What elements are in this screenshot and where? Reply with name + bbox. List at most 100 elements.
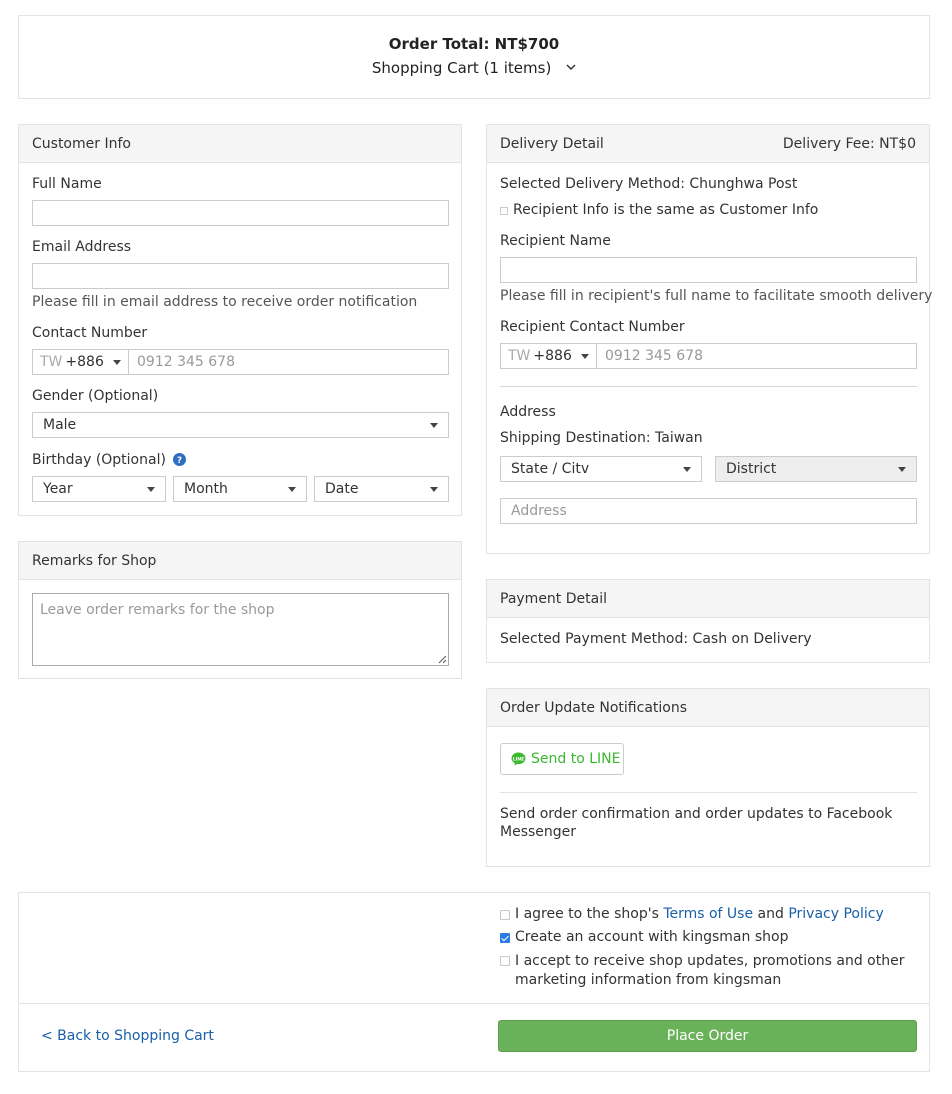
recipient-contact-placeholder: 0912 345 678	[605, 348, 703, 364]
cart-toggle[interactable]: Shopping Cart (1 items)	[19, 59, 929, 77]
state-city-select[interactable]: State / Citv	[500, 456, 702, 482]
back-to-cart-link[interactable]: < Back to Shopping Cart	[41, 1028, 214, 1044]
messenger-text: Send order confirmation and order update…	[500, 806, 893, 840]
caret-down-icon	[581, 353, 589, 359]
agreements-panel: I agree to the shop's Terms of Use and P…	[18, 892, 930, 1072]
birthday-date-select[interactable]: Date	[314, 476, 449, 502]
address-placeholder: Address	[511, 503, 567, 519]
recipient-contact-label: Recipient Contact Number	[500, 319, 685, 335]
remarks-placeholder: Leave order remarks for the shop	[40, 602, 275, 618]
contact-number-label: Contact Number	[32, 325, 148, 341]
full-name-input[interactable]	[32, 200, 449, 226]
country-code-select[interactable]: TW +886	[33, 350, 129, 374]
terms-of-use-link[interactable]: Terms of Use	[663, 906, 753, 922]
payment-title: Payment Detail	[500, 590, 607, 607]
caret-down-icon	[430, 486, 438, 492]
remarks-header: Remarks for Shop	[19, 542, 461, 580]
remarks-title: Remarks for Shop	[32, 552, 157, 569]
payment-header: Payment Detail	[487, 580, 929, 618]
marketing-label: I accept to receive shop updates, promot…	[515, 953, 905, 988]
address-label: Address	[500, 404, 556, 420]
country-label: TW	[508, 348, 531, 364]
email-help-text: Please fill in email address to receive …	[32, 294, 418, 310]
year-value: Year	[43, 481, 73, 497]
privacy-policy-link[interactable]: Privacy Policy	[788, 906, 883, 922]
country-code: +886	[65, 354, 104, 370]
shipping-destination: Shipping Destination: Taiwan	[500, 430, 703, 446]
birthday-month-select[interactable]: Month	[173, 476, 307, 502]
month-value: Month	[184, 481, 228, 497]
recipient-contact-field: TW +886 0912 345 678	[500, 343, 917, 369]
place-order-label: Place Order	[666, 1028, 749, 1044]
marketing-checkbox[interactable]	[500, 956, 510, 966]
recipient-country-code-select[interactable]: TW +886	[501, 344, 597, 368]
caret-down-icon	[147, 486, 155, 492]
payment-panel: Payment Detail Selected Payment Method: …	[486, 579, 930, 663]
terms-checkbox[interactable]	[500, 910, 510, 920]
remarks-panel: Remarks for Shop Leave order remarks for…	[18, 541, 462, 679]
email-input[interactable]	[32, 263, 449, 289]
create-account-label: Create an account with kingsman shop	[515, 929, 789, 945]
terms-text: I agree to the shop's Terms of Use and P…	[515, 906, 884, 922]
caret-down-icon	[113, 359, 121, 365]
delivery-panel: Delivery Detail Delivery Fee: NT$0 Selec…	[486, 124, 933, 554]
customer-info-header: Customer Info	[19, 125, 461, 163]
create-account-checkbox[interactable]	[500, 933, 510, 943]
contact-number-input[interactable]: 0912 345 678	[129, 350, 448, 374]
recipient-name-input[interactable]	[500, 257, 917, 283]
order-total: Order Total: NT$700	[388, 35, 560, 53]
date-value: Date	[325, 481, 359, 497]
payment-method: Selected Payment Method: Cash on Deliver…	[500, 631, 812, 647]
caret-down-icon	[683, 466, 691, 472]
recipient-name-label: Recipient Name	[500, 233, 611, 249]
state-city-value: State / Citv	[511, 461, 590, 477]
send-to-line-button[interactable]: LINE Send to LINE	[500, 743, 624, 775]
chevron-down-icon	[566, 64, 576, 71]
gender-select[interactable]: Male	[32, 412, 449, 438]
recipient-help-text: Please fill in recipient's full name to …	[500, 288, 933, 304]
delivery-header: Delivery Detail Delivery Fee: NT$0	[487, 125, 929, 163]
contact-number-placeholder: 0912 345 678	[137, 354, 235, 370]
same-as-customer-checkbox[interactable]	[500, 207, 508, 215]
customer-info-title: Customer Info	[32, 135, 131, 152]
caret-down-icon	[430, 422, 438, 428]
delivery-method: Selected Delivery Method: Chunghwa Post	[500, 176, 798, 192]
full-name-label: Full Name	[32, 176, 102, 192]
line-icon: LINE	[511, 752, 526, 766]
svg-text:?: ?	[177, 456, 182, 466]
terms-and: and	[753, 906, 789, 922]
gender-label: Gender (Optional)	[32, 388, 159, 404]
order-summary-panel: Order Total: NT$700 Shopping Cart (1 ite…	[18, 15, 930, 99]
notifications-header: Order Update Notifications	[487, 689, 929, 727]
footer-divider	[19, 1003, 929, 1004]
customer-info-panel: Customer Info Full Name Email Address Pl…	[18, 124, 462, 516]
address-input[interactable]: Address	[500, 498, 917, 524]
birthday-label-text: Birthday (Optional)	[32, 452, 166, 468]
delivery-title: Delivery Detail	[500, 135, 604, 152]
send-to-line-label: Send to LINE	[531, 751, 621, 767]
notifications-title: Order Update Notifications	[500, 699, 688, 716]
remarks-textarea[interactable]: Leave order remarks for the shop	[32, 593, 449, 666]
svg-text:LINE: LINE	[513, 756, 525, 762]
resize-handle-icon[interactable]	[437, 654, 447, 664]
gender-value: Male	[43, 417, 77, 433]
recipient-contact-input[interactable]: 0912 345 678	[597, 344, 916, 368]
birthday-year-select[interactable]: Year	[32, 476, 166, 502]
delivery-fee: Delivery Fee: NT$0	[782, 135, 916, 152]
caret-down-icon	[288, 486, 296, 492]
district-value: District	[726, 461, 777, 477]
country-label: TW	[40, 354, 63, 370]
notifications-panel: Order Update Notifications LINE Send to …	[486, 688, 930, 867]
email-label: Email Address	[32, 239, 132, 255]
divider	[500, 792, 917, 793]
place-order-button[interactable]: Place Order	[498, 1020, 917, 1052]
same-as-customer-label: Recipient Info is the same as Customer I…	[513, 202, 819, 218]
country-code: +886	[533, 348, 572, 364]
terms-prefix: I agree to the shop's	[515, 906, 664, 922]
district-select[interactable]: District	[715, 456, 917, 482]
divider	[500, 386, 917, 387]
help-question-icon[interactable]: ?	[173, 453, 187, 466]
contact-number-field: TW +886 0912 345 678	[32, 349, 449, 375]
cart-summary-label: Shopping Cart (1 items)	[371, 59, 552, 77]
birthday-label: Birthday (Optional) ?	[32, 452, 187, 468]
